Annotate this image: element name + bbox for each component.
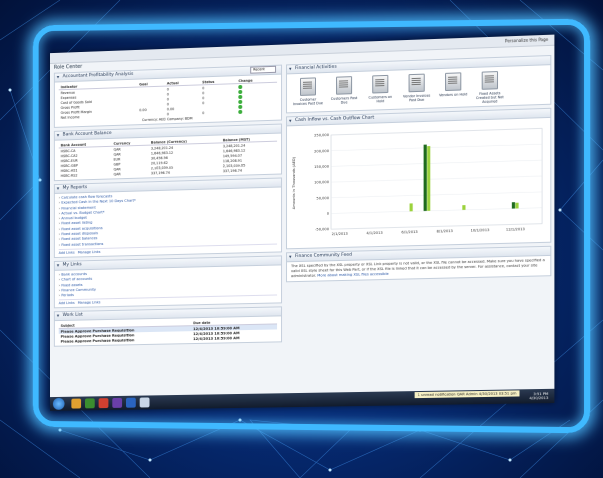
explorer-icon[interactable] — [71, 398, 82, 409]
system-clock[interactable]: 3:51 PM 4/30/2013 — [529, 392, 548, 400]
status-indicator-icon — [238, 99, 243, 104]
x-tick-label: 8/1/2013 — [437, 229, 453, 233]
accountant-analysis-panel: Accountant Profitability Analysis Indica… — [53, 64, 283, 128]
status-indicator-icon — [238, 104, 243, 109]
excel-icon[interactable] — [84, 398, 95, 409]
right-column: Financial Activities Customer Invoices P… — [286, 54, 552, 285]
role-center-title: Role Center — [53, 63, 83, 71]
onenote-icon[interactable] — [112, 397, 123, 408]
cash-flow-chart: 250,000 200,000 150,000 100,000 50,000 0 -50,0… — [292, 118, 552, 236]
y-tick-label: 250,000 — [314, 133, 330, 138]
my-reports-panel: My Reports Recent Calculate cash flow fo… — [53, 65, 283, 259]
x-tick-label: 4/1/2013 — [366, 231, 382, 235]
x-tick-label: 12/1/2013 — [506, 227, 525, 232]
dynamics-ax-window: Personalize this Page Role Center Accoun… — [49, 34, 555, 411]
cell: HSBC-RS2 — [60, 173, 78, 178]
y-tick-label: 100,000 — [314, 180, 330, 184]
y-tick-label: 50,000 — [316, 196, 329, 200]
bank-table: Bank Account Currency Balance (Currency)… — [58, 135, 278, 178]
status-indicator-icon — [238, 109, 243, 114]
activity-label: Customers on Hold — [368, 94, 393, 104]
x-tick-label: 6/1/2013 — [401, 230, 417, 234]
activity-tile[interactable]: Customer Invoices Past Due — [293, 77, 323, 110]
community-feed-panel: Finance Community Feed The XSL specified… — [286, 245, 552, 283]
start-button-icon[interactable] — [52, 397, 65, 410]
document-stack-icon — [481, 71, 499, 90]
add-links-button[interactable]: Add Links — [59, 251, 75, 255]
manage-links-button[interactable]: Manage Links — [78, 301, 101, 305]
activity-tile[interactable]: Customers Past Due — [329, 76, 359, 109]
x-tick-label: 10/1/2013 — [471, 228, 490, 233]
activity-tile[interactable]: Fixed Assets Created but Not Acquired — [475, 71, 506, 104]
y-tick-label: 200,000 — [314, 149, 330, 154]
y-tick-label: 0 — [327, 212, 330, 216]
cell: 12/4/2013 10:59:00 AM — [193, 336, 240, 342]
y-tick-label: 150,000 — [314, 165, 330, 169]
left-column: Accountant Profitability Analysis Indica… — [53, 64, 283, 351]
bar — [462, 205, 466, 210]
work-list-table: Subject Due date Please Approve Purchase… — [58, 318, 278, 344]
user-name: Admin — [465, 392, 478, 397]
status-indicator-icon — [238, 84, 243, 89]
cell — [137, 111, 165, 117]
clock-date: 4/30/2013 — [529, 395, 549, 401]
bar — [511, 202, 516, 209]
activity-tile[interactable]: Vendor Invoices Past Due — [401, 73, 431, 106]
notification-count[interactable]: 1 unread notification — [418, 392, 456, 397]
bar — [515, 202, 519, 209]
my-links-panel: My Links Recent Bank accounts Chart of a… — [53, 65, 283, 309]
y-axis-label: Amounts in Thousands (AED) — [292, 156, 296, 209]
analysis-table: Indicator Goal Actual Status Change Reve… — [58, 76, 278, 120]
financial-activities-panel: Financial Activities Customer Invoices P… — [286, 54, 552, 114]
word-icon[interactable] — [125, 397, 136, 408]
company-code: QAR — [456, 392, 465, 397]
plot-area — [331, 128, 542, 229]
document-stack-icon — [372, 74, 389, 94]
bar — [423, 144, 427, 211]
activity-label: Vendor Invoices Past Due — [403, 93, 431, 103]
cell: QAR — [113, 171, 121, 176]
document-stack-icon — [336, 76, 353, 95]
status-bar: 1 unread notification QAR Admin 4/30/201… — [414, 390, 520, 399]
links-filter-dropdown[interactable]: Recent — [250, 65, 277, 74]
session-date: 4/30/2013 03:51 pm — [478, 391, 517, 397]
activity-tile[interactable]: Customers on Hold — [365, 74, 395, 108]
status-indicator-icon — [238, 94, 243, 99]
activity-label: Customers Past Due — [330, 96, 358, 105]
personalize-link[interactable]: Personalize this Page — [505, 37, 548, 44]
y-tick-label: -50,000 — [315, 227, 330, 231]
cash-chart-panel: Cash Inflow vs. Cash Outflow Chart 250,0… — [286, 107, 552, 250]
feed-help-link[interactable]: More about making XSL files accessible — [317, 272, 388, 278]
powerpoint-icon[interactable] — [98, 398, 109, 409]
cell: 337,196.74 — [222, 168, 243, 173]
work-list-panel: Work List Subject Due date Please Approv… — [53, 306, 283, 348]
bar — [409, 203, 413, 212]
document-stack-icon — [408, 73, 425, 93]
add-links-button[interactable]: Add Links — [59, 301, 75, 305]
activity-label: Fixed Assets Created but Not Acquired — [475, 91, 504, 104]
bar — [427, 146, 431, 211]
document-stack-icon — [299, 77, 316, 96]
activity-label: Vendors on Hold — [439, 92, 468, 98]
manage-links-button[interactable]: Manage Links — [78, 250, 101, 255]
document-stack-icon — [445, 72, 462, 92]
status-indicator-icon — [238, 89, 243, 94]
dynamics-app-icon[interactable] — [139, 397, 150, 408]
activity-tile[interactable]: Vendors on Hold — [438, 72, 469, 105]
x-tick-label: 2/1/2013 — [332, 232, 348, 236]
bank-balance-panel: Bank Account Balance Bank Account Curren… — [53, 123, 283, 182]
activity-label: Customer Invoices Past Due — [293, 97, 323, 107]
